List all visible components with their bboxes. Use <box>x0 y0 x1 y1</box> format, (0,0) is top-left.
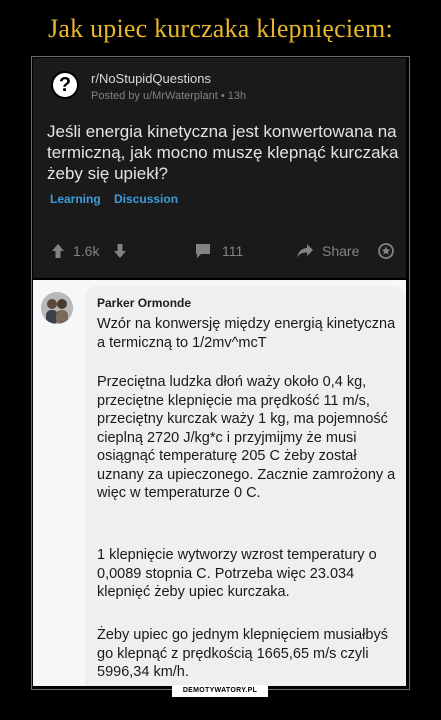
upvote-icon <box>52 244 64 258</box>
share-button[interactable]: Share <box>296 243 359 259</box>
comments-button[interactable]: 111 <box>194 243 243 259</box>
comment-paragraph-3: 1 klepnięcie wytworzy wzrost temperatury… <box>97 547 377 600</box>
comment-paragraph-2: Przeciętna ludzka dłoń waży około 0,4 kg… <box>97 374 396 501</box>
question-icon: ? <box>51 71 79 99</box>
comment-card: Parker Ormonde Wzór na konwersję między … <box>33 280 406 686</box>
share-label: Share <box>322 243 360 259</box>
comment-paragraph-4: Żeby upiec go jednym klepnięciem musiałb… <box>97 627 388 680</box>
subreddit-name[interactable]: r/NoStupidQuestions <box>91 71 211 86</box>
post-actions: 1.6k 111 Share <box>51 243 396 263</box>
share-icon <box>297 244 313 258</box>
comment-paragraph-1: Wzór na konwersję między energią kinetyc… <box>97 316 396 351</box>
avatar[interactable] <box>41 292 73 324</box>
comment-count: 111 <box>222 243 244 259</box>
downvote-icon <box>114 244 126 258</box>
upvote-button[interactable] <box>51 243 65 259</box>
flair-discussion[interactable]: Discussion <box>114 192 178 206</box>
flair-list: Learning Discussion <box>50 192 188 206</box>
page-title: Jak upiec kurczaka klepnięciem: <box>48 14 393 43</box>
comment-author[interactable]: Parker Ormonde <box>97 296 191 310</box>
award-button[interactable] <box>378 243 394 259</box>
downvote-button[interactable] <box>113 243 127 259</box>
post-title[interactable]: Jeśli energia kinetyczna jest konwertowa… <box>47 121 407 184</box>
avatar-photo <box>41 292 73 324</box>
comment-icon <box>196 244 210 258</box>
vote-count: 1.6k <box>73 243 100 259</box>
flair-learning[interactable]: Learning <box>50 192 101 206</box>
post-meta: Posted by u/MrWaterplant • 13h <box>91 90 247 102</box>
reddit-post: ? r/NoStupidQuestions Posted by u/MrWate… <box>33 58 406 278</box>
award-icon <box>378 243 394 259</box>
watermark: DEMOTYWATORY.PL <box>172 685 268 697</box>
